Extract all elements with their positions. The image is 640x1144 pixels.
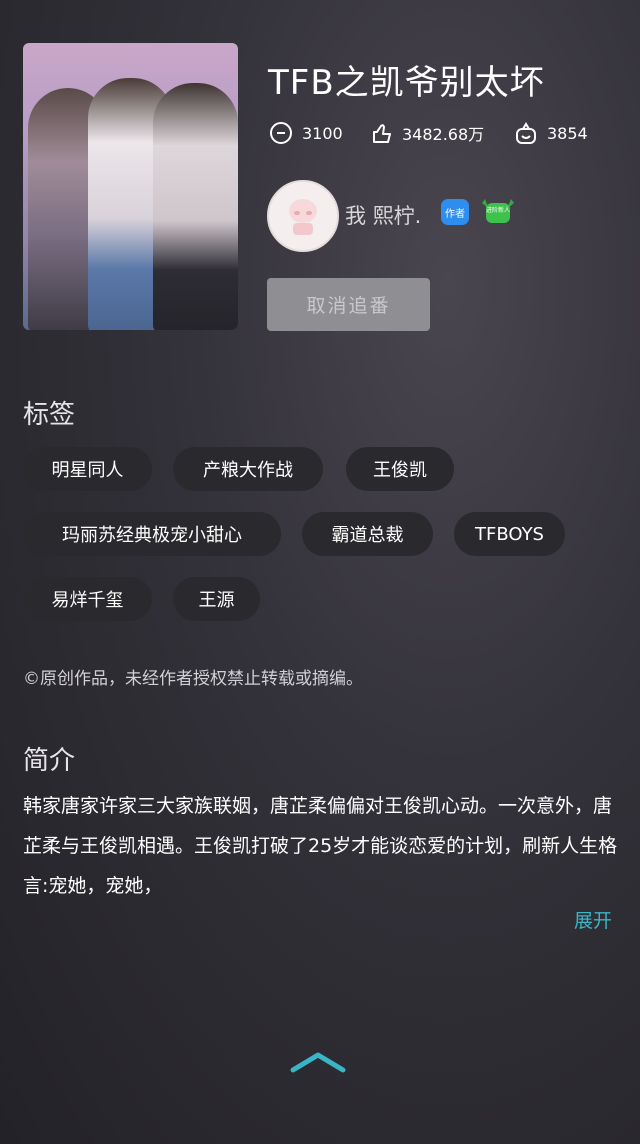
intro-heading: 简介 bbox=[23, 746, 76, 776]
likes-count: 3482.68万 bbox=[402, 125, 485, 144]
tags-heading: 标签 bbox=[23, 400, 76, 430]
comments-stat: 3100 bbox=[268, 120, 343, 146]
comments-count: 3100 bbox=[302, 123, 343, 143]
smile-face-icon bbox=[516, 122, 536, 144]
author-name[interactable]: 我 熙柠. bbox=[345, 200, 421, 230]
tag-item[interactable]: 霸道总裁 bbox=[302, 512, 433, 556]
followers-stat: 3854 bbox=[513, 120, 588, 146]
copyright-notice: ©原创作品，未经作者授权禁止转载或摘编。 bbox=[23, 669, 363, 689]
tag-item[interactable]: 王俊凯 bbox=[346, 447, 454, 491]
level-badge-icon: 进阶新人 bbox=[482, 199, 514, 223]
tag-item[interactable]: 易烊千玺 bbox=[23, 577, 152, 621]
thumbs-up-icon bbox=[373, 124, 391, 143]
tag-item[interactable]: 王源 bbox=[173, 577, 260, 621]
tag-item[interactable]: 产粮大作战 bbox=[173, 447, 323, 491]
expand-link[interactable]: 展开 bbox=[574, 906, 612, 933]
book-title: TFB之凯爷别太坏 bbox=[268, 63, 545, 103]
author-avatar[interactable] bbox=[267, 180, 339, 252]
comment-bubble-icon bbox=[270, 122, 292, 144]
followers-count: 3854 bbox=[547, 123, 588, 143]
book-cover-image[interactable] bbox=[23, 43, 238, 330]
avatar-illustration-icon bbox=[289, 199, 317, 235]
likes-stat: 3482.68万 bbox=[368, 120, 484, 146]
tag-item[interactable]: 玛丽苏经典极宠小甜心 bbox=[23, 512, 281, 556]
unfollow-button[interactable]: 取消追番 bbox=[267, 278, 430, 331]
chevron-up-icon[interactable] bbox=[289, 1050, 347, 1074]
author-badge: 作者 bbox=[441, 199, 469, 225]
level-badge-text: 进阶新人 bbox=[486, 206, 510, 214]
tag-item[interactable]: 明星同人 bbox=[23, 447, 152, 491]
intro-text: 韩家唐家许家三大家族联姻，唐芷柔偏偏对王俊凯心动。一次意外，唐芷柔与王俊凯相遇。… bbox=[23, 795, 618, 897]
tag-item[interactable]: TFBOYS bbox=[454, 512, 565, 556]
